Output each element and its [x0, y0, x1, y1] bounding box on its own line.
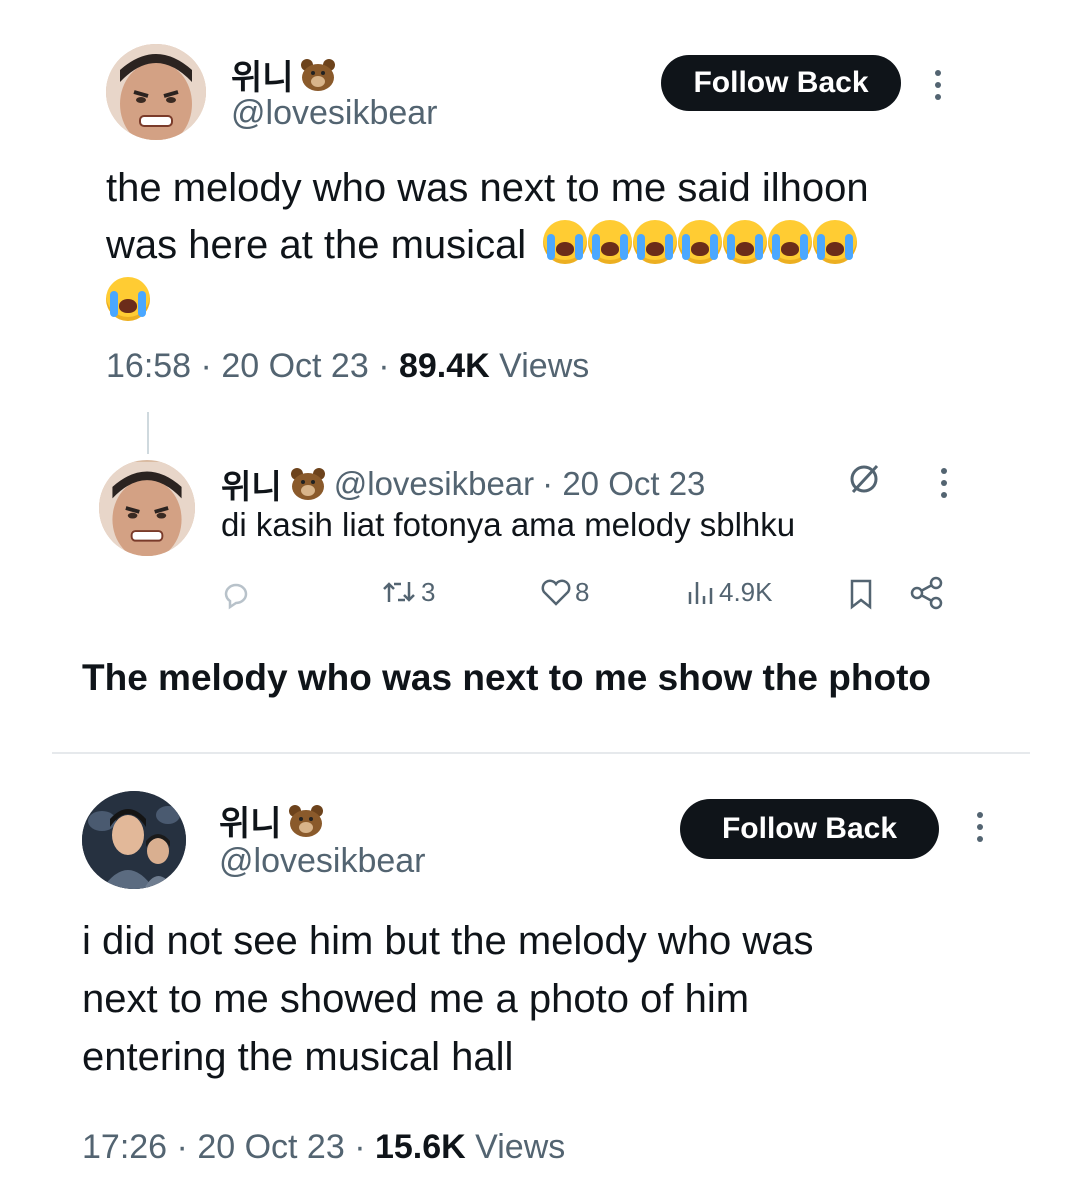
author-name-text: 위니 [231, 59, 294, 97]
retweet-button[interactable]: 3 [381, 576, 435, 608]
meta-separator: · [378, 347, 390, 385]
author-name[interactable]: 위니 [231, 50, 336, 99]
bear-emoji-icon [300, 58, 336, 91]
views-button[interactable]: 4.9K [687, 576, 773, 608]
heart-icon [541, 579, 571, 606]
views-label: Views [499, 347, 590, 385]
author-name[interactable]: 위니 [221, 460, 282, 508]
bear-emoji-icon [288, 804, 324, 837]
tweet-time[interactable]: 16:58 [106, 347, 191, 385]
views-count: 4.9K [719, 576, 773, 607]
views-chart-icon [688, 582, 713, 604]
tweet-text-line [106, 274, 1006, 331]
tweet-date[interactable]: 20 Oct 23 [221, 347, 368, 385]
avatar[interactable] [106, 44, 206, 140]
views-count: 89.4K [398, 347, 490, 385]
follow-back-button[interactable]: Follow Back [661, 55, 901, 111]
tweet-text-line: next to me showed me a photo of him [82, 977, 750, 1021]
views-count: 15.6K [374, 1128, 466, 1166]
tweet-text-line: entering the musical hall [82, 1035, 514, 1079]
avatar[interactable] [99, 460, 195, 556]
reply-action-bar: 3 8 4.9K [221, 574, 951, 614]
tweet-meta: 16:58 · 20 Oct 23 · 89.4K Views [106, 347, 589, 386]
crying-emoji-row [543, 220, 858, 267]
more-options-icon[interactable] [939, 468, 949, 498]
tweet-date[interactable]: 20 Oct 23 [197, 1128, 344, 1166]
loudly-crying-face-emoji [813, 220, 858, 264]
meta-separator: · [354, 1128, 366, 1166]
loudly-crying-face-emoji [543, 220, 588, 264]
views-label: Views [475, 1128, 566, 1166]
reply-date[interactable]: · 20 Oct 23 [542, 465, 705, 503]
tweet-text-fragment: was here at the musical [106, 223, 527, 267]
bear-emoji-icon [290, 468, 326, 500]
thread-connector-line [147, 412, 149, 454]
bookmark-icon[interactable] [847, 578, 875, 610]
author-handle[interactable]: @lovesikbear [219, 842, 426, 881]
like-button[interactable]: 8 [539, 576, 589, 608]
loudly-crying-face-emoji [588, 220, 633, 264]
share-icon[interactable] [909, 576, 945, 610]
author-handle[interactable]: @lovesikbear [231, 94, 438, 133]
more-options-icon[interactable] [933, 70, 943, 100]
avatar[interactable] [82, 791, 186, 889]
caption-text: The melody who was next to me show the p… [82, 657, 932, 698]
reply-header: 위니 @lovesikbear · 20 Oct 23 [221, 460, 705, 508]
loudly-crying-face-emoji [723, 220, 768, 264]
loudly-crying-face-emoji [633, 220, 678, 264]
reply-text: di kasih liat fotonya ama melody sblhku [221, 506, 796, 543]
tweet-meta: 17:26 · 20 Oct 23 · 15.6K Views [82, 1128, 565, 1167]
tweet-text: i did not see him but the melody who was… [82, 912, 1012, 1086]
follow-back-button[interactable]: Follow Back [680, 799, 939, 859]
grok-icon[interactable] [845, 460, 883, 498]
author-name[interactable]: 위니 [219, 796, 324, 845]
tweet-time[interactable]: 17:26 [82, 1128, 167, 1166]
loudly-crying-face-emoji [106, 277, 150, 321]
like-count: 8 [575, 576, 590, 607]
loudly-crying-face-emoji [768, 220, 813, 264]
meta-separator: · [200, 347, 212, 385]
meta-separator: · [176, 1128, 188, 1166]
divider [52, 752, 1030, 754]
loudly-crying-face-emoji [678, 220, 723, 264]
tweet-text-line: i did not see him but the melody who was [82, 919, 814, 963]
reply-icon[interactable] [221, 580, 251, 610]
more-options-icon[interactable] [975, 812, 985, 842]
author-handle[interactable]: @lovesikbear [334, 465, 534, 503]
retweet-count: 3 [421, 576, 436, 607]
tweet-text: the melody who was next to me said ilhoo… [106, 160, 1006, 331]
tweet-text-line: the melody who was next to me said ilhoo… [106, 166, 869, 210]
tweet-text-line: was here at the musical [106, 217, 1006, 274]
author-name-text: 위니 [219, 805, 282, 843]
retweet-icon [383, 582, 415, 602]
